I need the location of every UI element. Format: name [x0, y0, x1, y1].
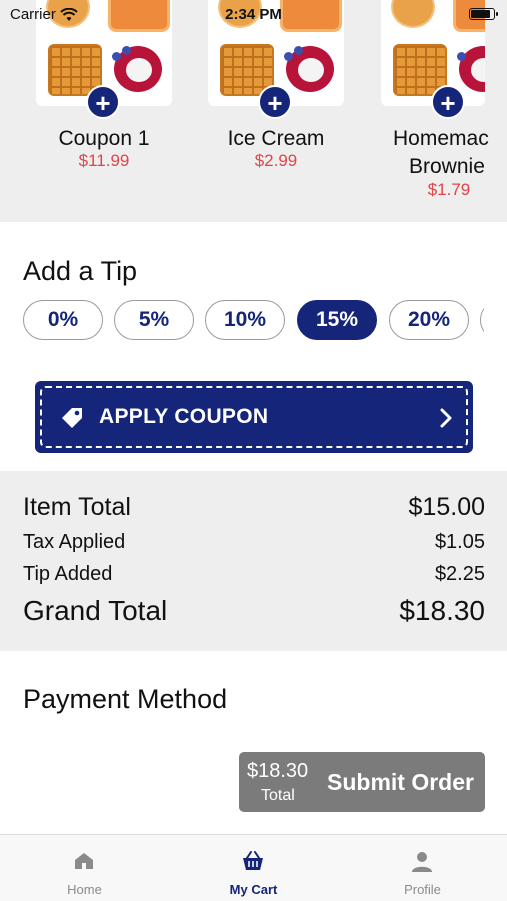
tip-option-0[interactable]: 0% [23, 300, 103, 340]
tax-label: Tax Applied [23, 531, 126, 553]
item-total-label: Item Total [23, 493, 131, 521]
add-to-cart-button[interactable]: + [258, 85, 292, 119]
grand-total-value: $18.30 [399, 595, 485, 626]
tip-added-label: Tip Added [23, 563, 113, 585]
basket-icon [243, 851, 263, 870]
tip-section-title: Add a Tip [23, 256, 138, 286]
tip-option-more[interactable] [480, 300, 484, 340]
submit-order-label: Submit Order [327, 769, 474, 795]
order-summary: Item Total $15.00 Tax Applied $1.05 Tip … [0, 471, 507, 651]
product-name-line-2: Brownie [409, 155, 485, 178]
tax-value: $1.05 [434, 531, 485, 553]
tab-profile-label: Profile [404, 882, 441, 897]
tab-my-cart[interactable]: My Cart [169, 835, 338, 901]
submit-order-button[interactable]: $18.30 Total Submit Order [239, 752, 485, 812]
tip-added-value: $2.25 [434, 563, 485, 585]
tab-my-cart-label: My Cart [229, 882, 278, 897]
chevron-right-icon [440, 408, 452, 428]
battery-icon [469, 8, 498, 20]
product-price: $1.79 [427, 180, 471, 199]
tip-option-20[interactable]: 20% [389, 300, 469, 340]
tab-bar: Home My Cart Profile [0, 834, 507, 901]
clock: 2:34 PM [225, 6, 282, 23]
tab-home-label: Home [67, 882, 102, 897]
product-name: Homemac [393, 127, 489, 150]
submit-amount: $18.30 [247, 760, 309, 782]
payment-method-title: Payment Method [23, 684, 228, 714]
add-to-cart-button[interactable]: + [431, 85, 465, 119]
add-to-cart-button[interactable]: + [86, 85, 120, 119]
submit-amount-caption: Total [261, 787, 295, 804]
apply-coupon-button[interactable]: APPLY COUPON [35, 381, 473, 453]
product-price: $2.99 [254, 151, 298, 170]
product-name: Ice Cream [227, 127, 325, 150]
tab-home[interactable]: Home [0, 835, 169, 901]
tab-profile[interactable]: Profile [338, 835, 507, 901]
product-price: $11.99 [78, 151, 130, 170]
suggested-products-carousel[interactable]: + Coupon 1 $11.99 + Ice Cream $2.99 + Ho… [0, 0, 507, 222]
tag-icon [62, 408, 82, 428]
apply-coupon-label: APPLY COUPON [99, 405, 269, 428]
person-icon [412, 852, 432, 872]
tip-option-15[interactable]: 15% [297, 300, 377, 340]
grand-total-label: Grand Total [23, 595, 168, 626]
tip-options[interactable]: 0% 5% 10% 15% 20% [23, 300, 484, 342]
tip-option-10[interactable]: 10% [205, 300, 285, 340]
status-bar: Carrier 2:34 PM [0, 0, 507, 30]
item-total-value: $15.00 [408, 493, 485, 521]
home-icon [75, 853, 93, 869]
product-name: Coupon 1 [58, 127, 150, 150]
tip-option-5[interactable]: 5% [114, 300, 194, 340]
